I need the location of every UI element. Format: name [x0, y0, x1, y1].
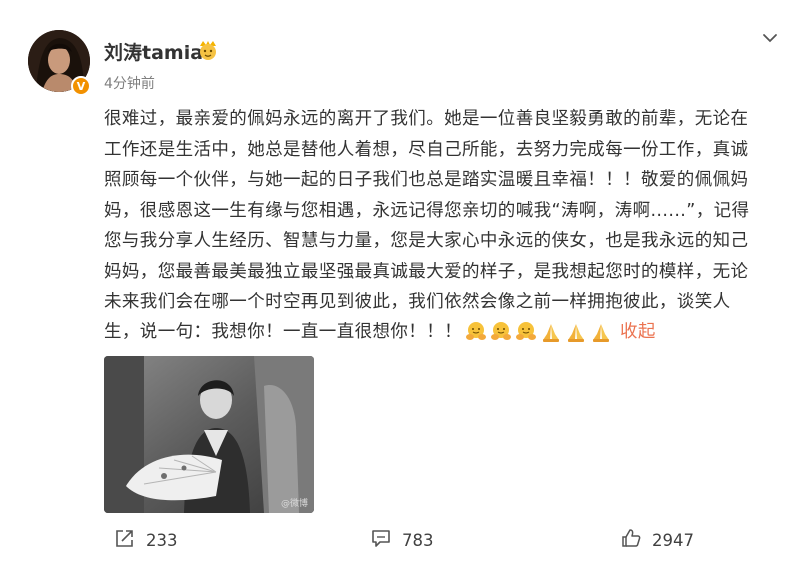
chevron-down-icon[interactable]	[760, 30, 780, 44]
like-button[interactable]: 2947	[620, 522, 694, 558]
comment-count: 783	[402, 530, 434, 550]
thumbs-up-icon	[620, 527, 642, 553]
weibo-post-card: V 刘涛tamia 4分钟前 很难过，最亲爱的佩妈永远的离开了我们。她是一位善良…	[0, 0, 800, 566]
comment-icon	[370, 527, 392, 553]
post-body-last-line: 生，说一句：我想你！一直一直很想你！！！	[104, 322, 462, 342]
post-body-text: 很难过，最亲爱的佩妈永远的离开了我们。她是一位善良坚毅勇敢的前辈，无论在 工作还…	[104, 109, 750, 312]
post-body-tail: 生，说一句：我想你！一直一直很想你！！！ 收起	[104, 317, 656, 347]
username[interactable]: 刘涛tamia	[104, 38, 203, 65]
photo-watermark: @微博	[280, 499, 308, 509]
hug-icon	[490, 321, 512, 343]
verified-badge-icon: V	[71, 76, 91, 96]
pray-icon	[590, 321, 612, 343]
post-photo[interactable]: @微博	[104, 356, 314, 513]
post-timestamp[interactable]: 4分钟前	[104, 73, 155, 93]
share-button[interactable]: 233	[114, 522, 178, 558]
pray-icon	[565, 321, 587, 343]
post-action-bar: 233 783 2947	[0, 522, 800, 558]
like-count: 2947	[652, 530, 694, 550]
pray-icon	[540, 321, 562, 343]
comment-button[interactable]: 783	[370, 522, 434, 558]
collapse-link[interactable]: 收起	[620, 317, 656, 347]
hug-icon	[465, 321, 487, 343]
share-count: 233	[146, 530, 178, 550]
hug-icon	[515, 321, 537, 343]
share-icon	[114, 527, 136, 553]
fan-medal-icon	[196, 39, 220, 61]
